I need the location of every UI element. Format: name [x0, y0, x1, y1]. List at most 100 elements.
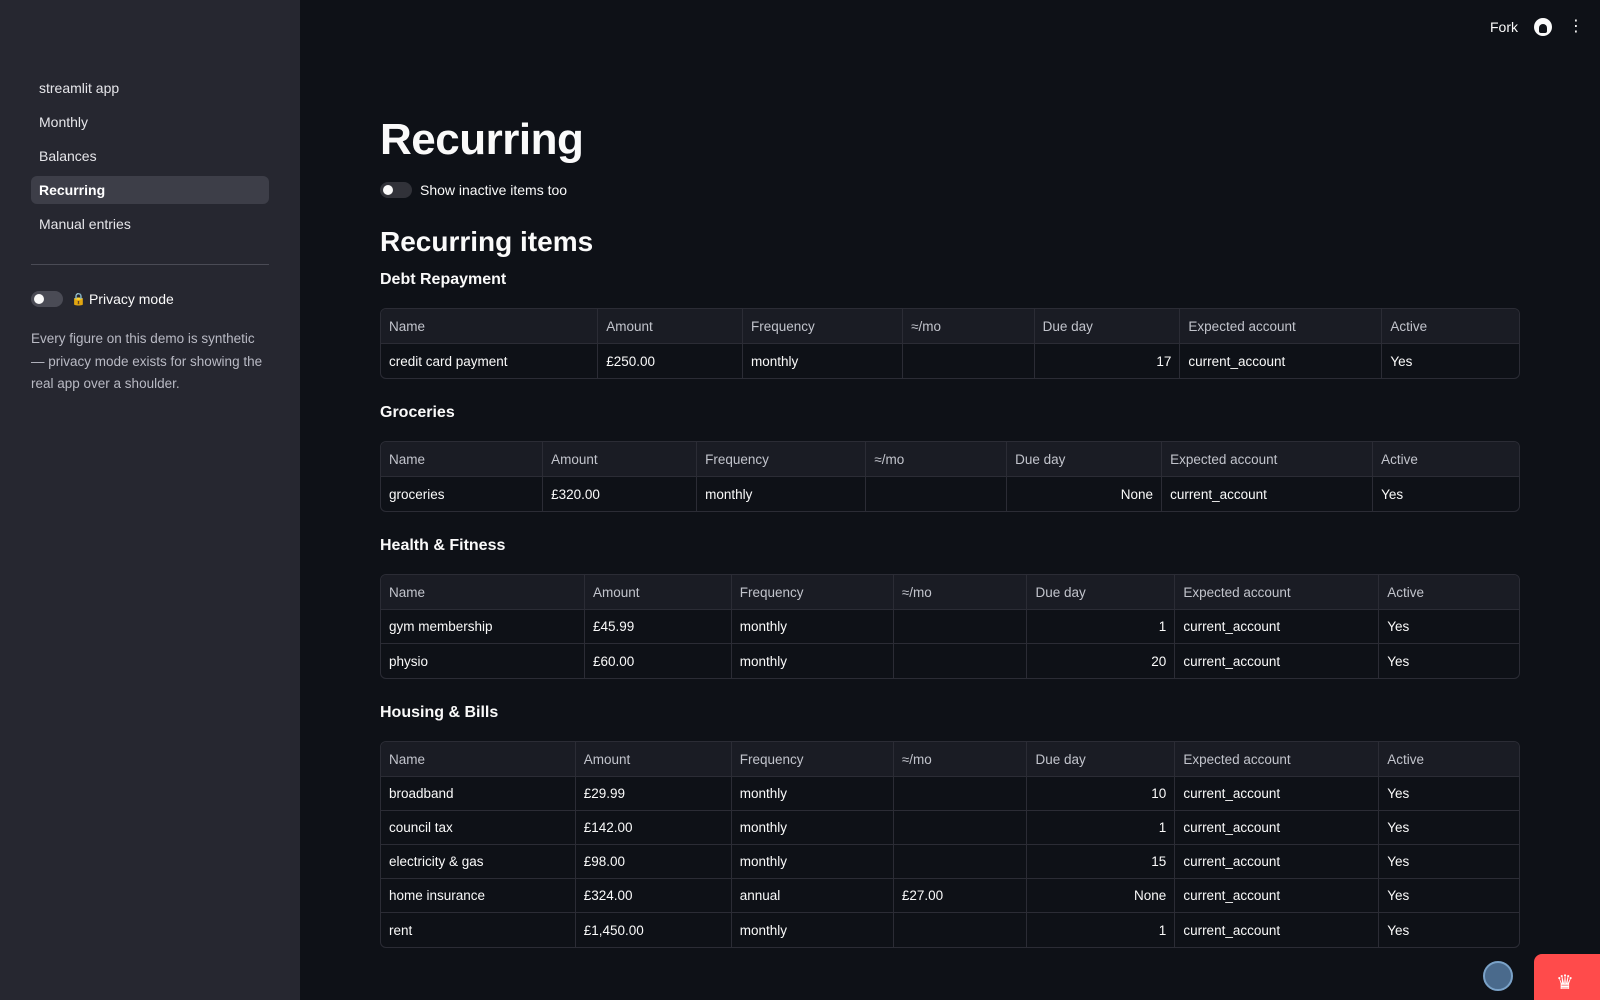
table-cell[interactable]: monthly [732, 644, 894, 678]
table-cell[interactable]: Yes [1379, 845, 1519, 879]
table-cell[interactable]: monthly [697, 477, 867, 511]
table-cell[interactable]: £29.99 [575, 777, 732, 811]
table-cell[interactable]: current_account [1175, 777, 1380, 811]
column-header[interactable]: Active [1382, 309, 1519, 344]
column-header[interactable]: Frequency [731, 575, 894, 610]
column-header[interactable]: Name [381, 309, 599, 344]
table-cell[interactable]: Yes [1379, 879, 1519, 913]
column-header[interactable]: Due day [1034, 309, 1181, 344]
table-cell[interactable]: groceries [381, 477, 544, 511]
table-cell[interactable]: £320.00 [543, 477, 698, 511]
table-cell[interactable] [903, 344, 1035, 378]
table-cell[interactable]: gym membership [381, 610, 585, 644]
table-cell[interactable]: £142.00 [575, 811, 732, 845]
column-header[interactable]: Expected account [1162, 442, 1374, 477]
table-cell[interactable]: monthly [731, 811, 894, 845]
table-cell[interactable]: Yes [1379, 777, 1519, 811]
column-header[interactable]: Expected account [1175, 742, 1380, 777]
column-header[interactable]: Amount [543, 442, 698, 477]
sidebar-item-streamlit-app[interactable]: streamlit app [31, 74, 269, 102]
column-header[interactable]: ≈/mo [903, 309, 1035, 344]
column-header[interactable]: Due day [1027, 742, 1176, 777]
show-inactive-toggle[interactable]: Show inactive items too [380, 182, 1520, 198]
table-cell[interactable]: electricity & gas [381, 845, 576, 879]
table-cell[interactable]: £45.99 [584, 610, 732, 644]
table-cell[interactable]: rent [381, 913, 576, 947]
column-header[interactable]: Amount [584, 575, 732, 610]
column-header[interactable]: Active [1379, 742, 1519, 777]
sidebar-item-manual-entries[interactable]: Manual entries [31, 210, 269, 238]
table-cell[interactable]: current_account [1162, 477, 1374, 511]
more-options-icon[interactable]: ⋮ [1568, 19, 1584, 35]
table-cell[interactable] [893, 610, 1028, 644]
table-cell[interactable]: 1 [1027, 610, 1176, 644]
show-inactive-switch[interactable] [380, 182, 412, 198]
column-header[interactable]: ≈/mo [893, 742, 1028, 777]
table-cell[interactable]: £60.00 [585, 644, 732, 678]
table-cell[interactable]: Yes [1379, 913, 1519, 947]
column-header[interactable]: ≈/mo [893, 575, 1028, 610]
table-cell[interactable]: current_account [1180, 344, 1383, 378]
avatar[interactable] [1483, 961, 1513, 991]
table-cell[interactable]: current_account [1175, 811, 1380, 845]
table-cell[interactable]: annual [731, 879, 894, 913]
column-header[interactable]: Active [1379, 575, 1519, 610]
table-row[interactable]: gym membership £45.99 monthly 1 current_acco… [381, 610, 1519, 644]
privacy-mode-toggle[interactable]: 🔒 Privacy mode [31, 291, 174, 307]
table-cell[interactable]: Yes [1379, 644, 1519, 678]
recurring-table[interactable]: Name Amount Frequency ≈/mo Due day Expected a… [380, 574, 1520, 679]
table-cell[interactable]: £324.00 [575, 879, 732, 913]
table-cell[interactable]: 17 [1035, 344, 1181, 378]
table-cell[interactable] [894, 644, 1028, 678]
table-cell[interactable]: monthly [731, 777, 894, 811]
table-row[interactable]: groceries £320.00 monthly None current_accou… [381, 477, 1519, 511]
table-cell[interactable]: Yes [1373, 477, 1519, 511]
column-header[interactable]: ≈/mo [866, 442, 1008, 477]
table-cell[interactable]: monthly [732, 913, 894, 947]
table-cell[interactable]: credit card payment [381, 344, 599, 378]
privacy-toggle-switch[interactable] [31, 291, 63, 307]
table-row[interactable]: broadband £29.99 monthly 10 current_account Y… [381, 777, 1519, 811]
table-cell[interactable]: Yes [1379, 610, 1519, 644]
sidebar-item-recurring[interactable]: Recurring [31, 176, 269, 204]
table-cell[interactable] [893, 777, 1028, 811]
column-header[interactable]: Active [1373, 442, 1519, 477]
table-cell[interactable]: current_account [1175, 845, 1380, 879]
column-header[interactable]: Due day [1027, 575, 1176, 610]
table-cell[interactable]: 10 [1027, 777, 1176, 811]
column-header[interactable]: Expected account [1175, 575, 1380, 610]
column-header[interactable]: Due day [1007, 442, 1163, 477]
recurring-table[interactable]: Name Amount Frequency ≈/mo Due day Expected a… [380, 741, 1520, 948]
table-cell[interactable]: £1,450.00 [576, 913, 732, 947]
table-cell[interactable]: physio [381, 644, 585, 678]
table-row[interactable]: council tax £142.00 monthly 1 current_accoun… [381, 811, 1519, 845]
github-icon[interactable] [1534, 18, 1552, 36]
table-row[interactable]: rent £1,450.00 monthly 1 current_account Yes [381, 913, 1519, 947]
table-cell[interactable]: 15 [1027, 845, 1176, 879]
table-cell[interactable]: broadband [381, 777, 576, 811]
column-header[interactable]: Name [381, 575, 585, 610]
table-cell[interactable]: 1 [1027, 811, 1176, 845]
column-header[interactable]: Amount [575, 742, 732, 777]
table-cell[interactable]: Yes [1379, 811, 1519, 845]
table-row[interactable]: home insurance £324.00 annual £27.00 None cur… [381, 879, 1519, 913]
table-cell[interactable]: None [1027, 879, 1176, 913]
table-cell[interactable]: home insurance [381, 879, 576, 913]
recurring-table[interactable]: Name Amount Frequency ≈/mo Due day Expected a… [380, 308, 1520, 379]
table-row[interactable]: credit card payment £250.00 monthly 17 curre… [381, 344, 1519, 378]
table-cell[interactable]: council tax [381, 811, 576, 845]
table-cell[interactable]: £27.00 [893, 879, 1028, 913]
table-cell[interactable] [866, 477, 1008, 511]
column-header[interactable]: Amount [598, 309, 743, 344]
table-cell[interactable] [893, 845, 1028, 879]
sidebar-item-monthly[interactable]: Monthly [31, 108, 269, 136]
table-cell[interactable]: Yes [1382, 344, 1519, 378]
table-cell[interactable] [893, 811, 1028, 845]
table-cell[interactable]: monthly [731, 845, 894, 879]
fork-button[interactable]: Fork [1490, 19, 1518, 35]
table-cell[interactable]: 20 [1027, 644, 1176, 678]
column-header[interactable]: Name [381, 442, 544, 477]
recurring-table[interactable]: Name Amount Frequency ≈/mo Due day Expected a… [380, 441, 1520, 512]
streamlit-badge-button[interactable]: ♛ [1534, 954, 1600, 1000]
column-header[interactable]: Expected account [1180, 309, 1383, 344]
